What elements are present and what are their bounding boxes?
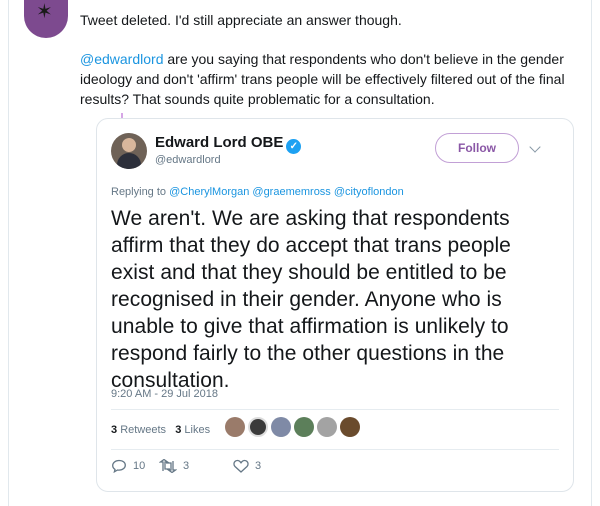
replying-mentions[interactable]: @CherylMorgan @graememross @cityoflondon [169,186,404,198]
like-action[interactable]: 3 [233,459,261,473]
reply-line-1: Tweet deleted. I'd still appreciate an a… [80,12,402,28]
like-count: 3 [255,460,262,472]
follow-button[interactable]: Follow [435,133,519,163]
likes-count: 3 [175,424,182,436]
quoted-tweet-card[interactable]: Edward Lord OBE ✓ @edwardlord Follow Repl… [96,118,574,492]
liker-avatars [225,417,360,439]
liker-avatar[interactable] [271,417,291,437]
chevron-down-icon[interactable] [529,141,541,153]
liker-avatar[interactable] [340,417,360,437]
verified-icon: ✓ [286,139,302,154]
replying-prefix: Replying to [111,186,170,198]
liker-avatar[interactable] [294,417,314,437]
quoted-handle[interactable]: @edwardlord [155,153,221,167]
reply-icon [112,459,126,473]
divider [111,409,559,410]
quoted-tweet-body: We aren't. We are asking that respondent… [111,207,511,392]
tweet-timestamp[interactable]: 9:20 AM - 29 Jul 2018 [111,387,218,401]
quoted-author-name[interactable]: Edward Lord OBE [155,134,283,151]
liker-avatar[interactable] [225,417,245,437]
retweet-action[interactable]: 3 [159,459,189,473]
engagement-stats[interactable]: 3 Retweets 3 Likes [111,423,210,437]
retweet-icon [159,459,177,473]
quoted-author[interactable]: Edward Lord OBE ✓ [155,134,302,154]
retweets-label: Retweets [120,424,167,436]
liker-avatar[interactable] [317,417,337,437]
divider [111,449,559,450]
avatar-figure-icon: ✶ [36,1,53,23]
mention-link[interactable]: @edwardlord [80,51,163,67]
quoted-avatar[interactable] [111,133,147,169]
replying-to: Replying to @CherylMorgan @graememross @… [111,185,404,199]
liker-avatar[interactable] [248,417,268,437]
heart-icon [233,459,249,473]
reply-count: 10 [133,460,146,472]
likes-label: Likes [184,424,211,436]
retweet-count: 3 [183,460,190,472]
reply-action[interactable]: 10 [111,459,145,473]
reply-tweet-text: @edwardlord are you saying that responde… [80,49,570,109]
retweets-count: 3 [111,424,118,436]
